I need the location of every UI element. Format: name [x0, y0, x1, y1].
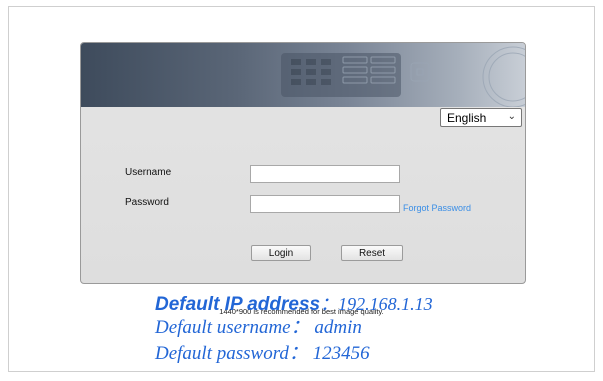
chevron-down-icon: ⌄ [507, 111, 516, 122]
device-banner [81, 43, 525, 107]
username-input[interactable] [250, 165, 400, 183]
device-keypad-graphic [281, 46, 525, 107]
password-input[interactable] [250, 195, 400, 213]
forgot-password-link[interactable]: Forgot Password [403, 203, 471, 213]
default-password-line: Default password： 123456 [155, 343, 370, 364]
login-button[interactable]: Login [251, 245, 311, 261]
login-panel: English ⌄ Username Password Forgot Passw… [80, 42, 526, 284]
language-select[interactable]: English ⌄ [440, 108, 522, 127]
password-label: Password [125, 197, 169, 208]
default-ip-value: 192.168.1.13 [338, 294, 433, 314]
username-label: Username [125, 167, 172, 178]
reset-button[interactable]: Reset [341, 245, 403, 261]
default-ip-separator: ： [320, 294, 339, 314]
language-select-value: English [447, 111, 487, 125]
default-username-line: Default username： admin [155, 317, 362, 338]
